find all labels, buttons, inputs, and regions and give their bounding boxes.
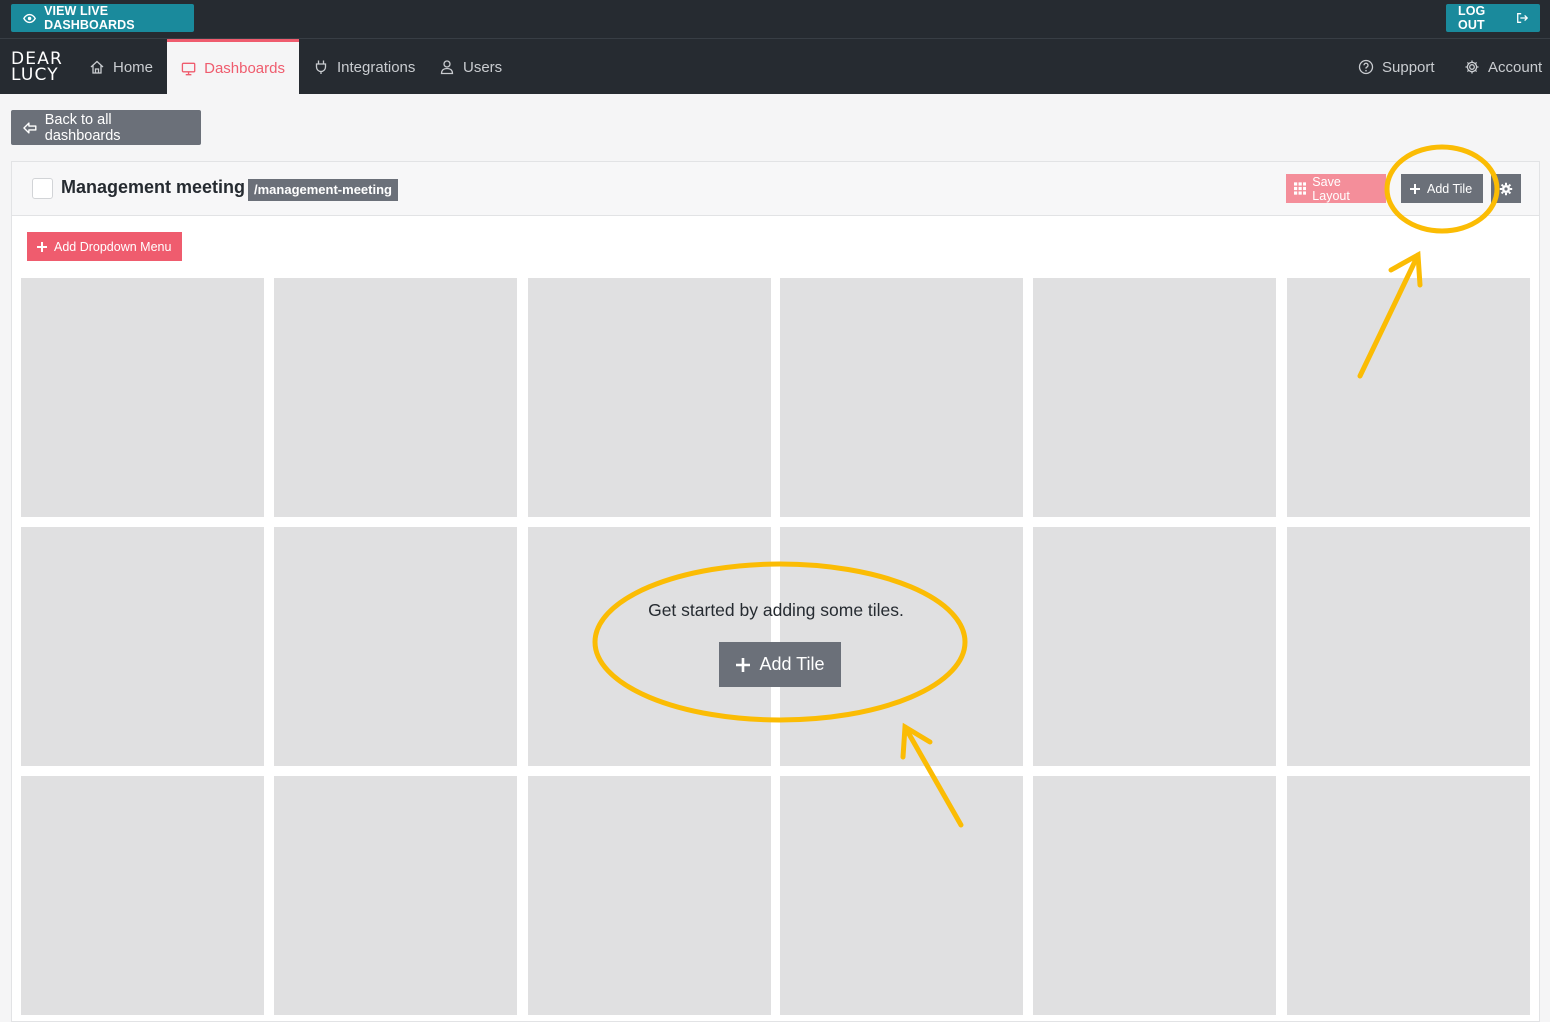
view-live-dashboards-button[interactable]: VIEW LIVE DASHBOARDS	[11, 4, 194, 32]
grid-icon	[1294, 182, 1307, 195]
nav-item-account[interactable]: Account	[1450, 39, 1550, 95]
house-icon	[90, 60, 104, 74]
empty-tile-slot	[1033, 278, 1276, 517]
nav-support-label: Support	[1382, 58, 1435, 76]
empty-tile-slot	[528, 278, 771, 517]
nav-dashboards-label: Dashboards	[204, 60, 285, 77]
plus-icon	[736, 657, 751, 672]
nav-item-home[interactable]: Home	[75, 39, 167, 95]
empty-tile-slot	[21, 278, 264, 517]
nav-users-label: Users	[463, 58, 503, 76]
view-live-dashboards-label: VIEW LIVE DASHBOARDS	[44, 4, 135, 32]
main-nav-bar: DEAR LUCY Home Dashboards Integrations U…	[0, 38, 1550, 95]
nav-integrations-label: Integrations	[337, 58, 416, 76]
nav-account-label: Account	[1488, 58, 1543, 76]
logo-line-2: LUCY	[11, 65, 59, 85]
dashboard-settings-button[interactable]	[1491, 174, 1521, 203]
add-tile-header-label: Add Tile	[1427, 181, 1473, 196]
nav-home-label: Home	[113, 58, 154, 76]
dashboard-select-checkbox[interactable]	[32, 178, 53, 199]
empty-tile-slot	[21, 527, 264, 766]
empty-tile-slot	[780, 278, 1023, 517]
empty-tile-slot	[528, 776, 771, 1015]
empty-tile-slot	[1287, 278, 1530, 517]
empty-tile-slot	[274, 776, 517, 1015]
nav-item-users[interactable]: Users	[425, 39, 516, 95]
nav-item-support[interactable]: Support	[1344, 39, 1449, 95]
empty-tile-slot	[780, 776, 1023, 1015]
help-circle-icon	[1358, 59, 1374, 75]
add-dropdown-menu-label: Add Dropdown Menu	[54, 239, 172, 254]
empty-tile-slot	[1033, 527, 1276, 766]
log-out-label: LOG OUT	[1458, 4, 1486, 32]
user-icon	[440, 60, 454, 75]
nav-item-integrations[interactable]: Integrations	[299, 39, 429, 95]
log-out-button[interactable]: LOG OUT	[1446, 4, 1540, 32]
add-tile-button[interactable]: Add Tile	[719, 642, 841, 687]
eye-icon	[23, 13, 37, 23]
gear-icon	[1465, 60, 1479, 74]
empty-tile-slot	[21, 776, 264, 1015]
plus-icon	[1410, 183, 1420, 194]
save-layout-label: Save Layout	[1312, 174, 1350, 203]
save-layout-button[interactable]: Save Layout	[1286, 174, 1386, 203]
cog-icon	[1499, 182, 1513, 195]
top-utility-bar: VIEW LIVE DASHBOARDS LOG OUT	[0, 0, 1550, 38]
dashboard-header: Management meeting /management-meeting S…	[12, 162, 1539, 216]
empty-tile-slot	[1033, 776, 1276, 1015]
add-dropdown-menu-button[interactable]: Add Dropdown Menu	[27, 232, 182, 261]
empty-tile-slot	[274, 527, 517, 766]
nav-item-dashboards[interactable]: Dashboards	[167, 39, 299, 95]
back-label: Back to all dashboards	[44, 111, 121, 144]
empty-tile-slot	[1287, 527, 1530, 766]
dear-lucy-logo[interactable]: DEAR LUCY	[11, 51, 63, 85]
add-tile-label: Add Tile	[759, 654, 825, 674]
log-out-icon	[1516, 13, 1528, 23]
arrow-left-icon	[23, 121, 37, 134]
dashboard-slug-badge: /management-meeting	[248, 179, 398, 201]
monitor-icon	[181, 62, 196, 75]
back-to-dashboards-button[interactable]: Back to all dashboards	[11, 110, 201, 145]
empty-tile-slot	[274, 278, 517, 517]
empty-state-message: Get started by adding some tiles.	[648, 600, 904, 620]
dashboard-title[interactable]: Management meeting	[61, 177, 245, 198]
plug-icon	[315, 60, 327, 74]
plus-icon	[37, 241, 47, 252]
dashboard-panel: Management meeting /management-meeting S…	[11, 161, 1540, 1022]
add-tile-header-button[interactable]: Add Tile	[1401, 174, 1483, 203]
empty-tile-slot	[1287, 776, 1530, 1015]
